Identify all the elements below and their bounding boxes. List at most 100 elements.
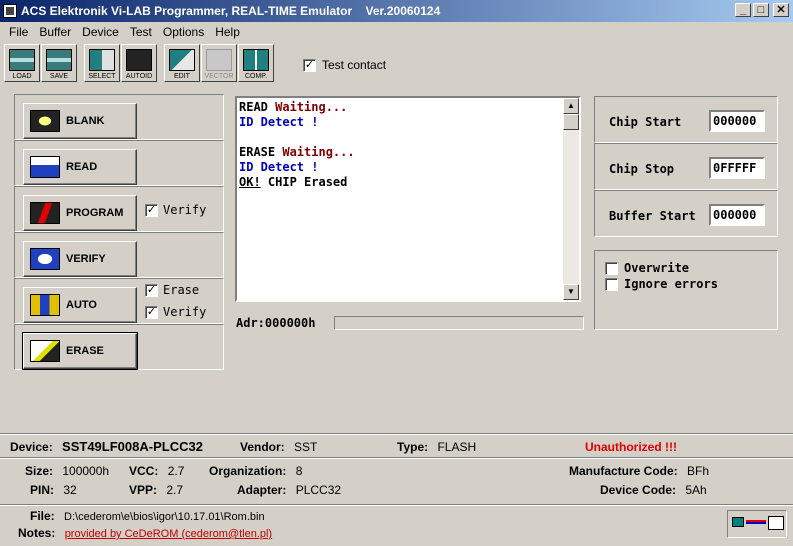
connection-status-icon	[727, 510, 787, 538]
chip-start-input[interactable]: 000000	[709, 110, 765, 132]
read-row: READ	[14, 140, 224, 186]
options-group: Overwrite Ignore errors	[594, 250, 778, 330]
menu-device[interactable]: Device	[77, 25, 125, 39]
chip-icon	[126, 49, 152, 71]
vcc-value: 2.7	[167, 464, 185, 478]
menu-bar: File Buffer Device Test Options Help	[0, 22, 793, 42]
menu-file[interactable]: File	[4, 25, 34, 39]
select-button[interactable]: SELECT	[84, 44, 120, 82]
log-lines: READ Waiting... ID Detect ! ERASE Waitin…	[239, 100, 355, 190]
menu-help[interactable]: Help	[210, 25, 246, 39]
erase-row: ERASE	[14, 324, 224, 370]
scroll-down-arrow-icon[interactable]: ▼	[563, 284, 579, 300]
ignore-errors-label: Ignore errors	[624, 277, 718, 291]
auto-erase-option: ✓ Erase	[145, 283, 199, 297]
device-name: SST49LF008A-PLCC32	[62, 439, 203, 454]
divider-top	[0, 433, 793, 435]
operations-panel: BLANK READ PROGRAM ✓ Verify VERIFY AUTO …	[14, 94, 224, 374]
buffer-start-label: Buffer Start	[609, 209, 696, 223]
adapter-info: Adapter: PLCC32	[237, 483, 342, 497]
auto-erase-label: Erase	[163, 283, 200, 297]
vendor-info: Vendor: SST	[240, 440, 318, 454]
scroll-thumb[interactable]	[563, 114, 579, 130]
log-line-3	[239, 130, 355, 145]
verify-row: VERIFY	[14, 232, 224, 278]
log-line-6-ok: OK!	[239, 175, 261, 189]
save-icon	[46, 49, 72, 71]
toolbar: LOAD SAVE SELECT AUTOID EDIT VECTOR COMP…	[4, 44, 275, 84]
auto-row: AUTO ✓ Erase ✓ Verify	[14, 278, 224, 324]
menu-buffer[interactable]: Buffer	[34, 25, 77, 39]
chip-stop-label: Chip Stop	[609, 162, 675, 176]
programmer-icon	[768, 516, 784, 530]
menu-options[interactable]: Options	[158, 25, 210, 39]
auto-verify-option: ✓ Verify	[145, 305, 206, 319]
verify-button[interactable]: VERIFY	[23, 241, 137, 277]
overwrite-label: Overwrite	[624, 261, 690, 275]
log-line-4-prefix: ERASE	[239, 145, 283, 159]
pin-value: 32	[63, 483, 77, 497]
chip-stop-input[interactable]: 0FFFFF	[709, 157, 765, 179]
scroll-up-arrow-icon[interactable]: ▲	[563, 98, 579, 114]
device-code-value: 5Ah	[685, 483, 707, 497]
compare-icon	[243, 49, 269, 71]
type-value: FLASH	[437, 440, 477, 454]
autoid-button[interactable]: AUTOID	[121, 44, 157, 82]
file-path: D:\cederom\e\bios\igor\10.17.01\Rom.bin	[64, 511, 265, 523]
eraser-icon	[30, 340, 60, 362]
license-status: Unauthorized !!!	[585, 440, 677, 454]
vpp-info: VPP: 2.7	[129, 483, 184, 497]
notes-link[interactable]: provided by CeDeROM (cederom@tlen.pl)	[65, 528, 272, 540]
compare-button[interactable]: COMP.	[238, 44, 274, 82]
auto-icon	[30, 294, 60, 316]
overwrite-checkbox[interactable]	[605, 261, 618, 275]
vendor-value: SST	[294, 440, 318, 454]
buffer-start-group: Buffer Start 000000	[594, 190, 778, 237]
chip-stop-group: Chip Stop 0FFFFF	[594, 143, 778, 190]
program-verify-option: ✓ Verify	[145, 203, 206, 217]
log-line-5: ID Detect !	[239, 160, 319, 174]
auto-verify-checkbox[interactable]: ✓	[145, 305, 158, 319]
minimize-button[interactable]: _	[735, 3, 751, 17]
type-info: Type: FLASH	[397, 440, 477, 454]
file-info: File: D:\cederom\e\bios\igor\10.17.01\Ro…	[30, 509, 265, 523]
window-controls: _ □ ✕	[733, 3, 789, 17]
ignore-errors-checkbox[interactable]	[605, 277, 618, 291]
load-icon	[9, 49, 35, 71]
read-button[interactable]: READ	[23, 149, 137, 185]
blank-button[interactable]: BLANK	[23, 103, 137, 139]
auto-button[interactable]: AUTO	[23, 287, 137, 323]
erase-button[interactable]: ERASE	[22, 332, 138, 370]
size-info: Size: 100000h	[25, 464, 110, 478]
program-verify-checkbox[interactable]: ✓	[145, 203, 158, 217]
log-line-2: ID Detect !	[239, 115, 319, 129]
log-scrollbar[interactable]: ▲ ▼	[563, 98, 579, 300]
save-button[interactable]: SAVE	[41, 44, 77, 82]
load-button[interactable]: LOAD	[4, 44, 40, 82]
pc-icon	[732, 517, 744, 527]
menu-test[interactable]: Test	[125, 25, 158, 39]
chip-start-label: Chip Start	[609, 115, 682, 129]
divider-bottom	[0, 504, 793, 506]
progress-bar	[334, 316, 584, 330]
program-button[interactable]: PROGRAM	[23, 195, 137, 231]
vector-button[interactable]: VECTOR	[201, 44, 237, 82]
edit-button[interactable]: EDIT	[164, 44, 200, 82]
window-title: ACS Elektronik Vi-LAB Programmer, REAL-T…	[21, 4, 441, 18]
manufacture-code-value: BFh	[687, 464, 710, 478]
buffer-start-input[interactable]: 000000	[709, 204, 765, 226]
auto-erase-checkbox[interactable]: ✓	[145, 283, 158, 297]
auto-verify-label: Verify	[163, 305, 207, 319]
organization-value: 8	[295, 464, 303, 478]
close-button[interactable]: ✕	[773, 3, 789, 17]
log-line-6-text: CHIP Erased	[260, 175, 348, 189]
select-icon	[89, 49, 115, 71]
vpp-value: 2.7	[166, 483, 184, 497]
manufacture-code-info: Manufacture Code: BFh	[569, 464, 710, 478]
device-code-info: Device Code: 5Ah	[600, 483, 707, 497]
notes-info: Notes: provided by CeDeROM (cederom@tlen…	[18, 526, 273, 540]
size-value: 100000h	[62, 464, 110, 478]
log-textarea[interactable]: READ Waiting... ID Detect ! ERASE Waitin…	[235, 96, 581, 302]
maximize-button[interactable]: □	[753, 3, 769, 17]
test-contact-checkbox[interactable]: ✓	[303, 58, 316, 72]
